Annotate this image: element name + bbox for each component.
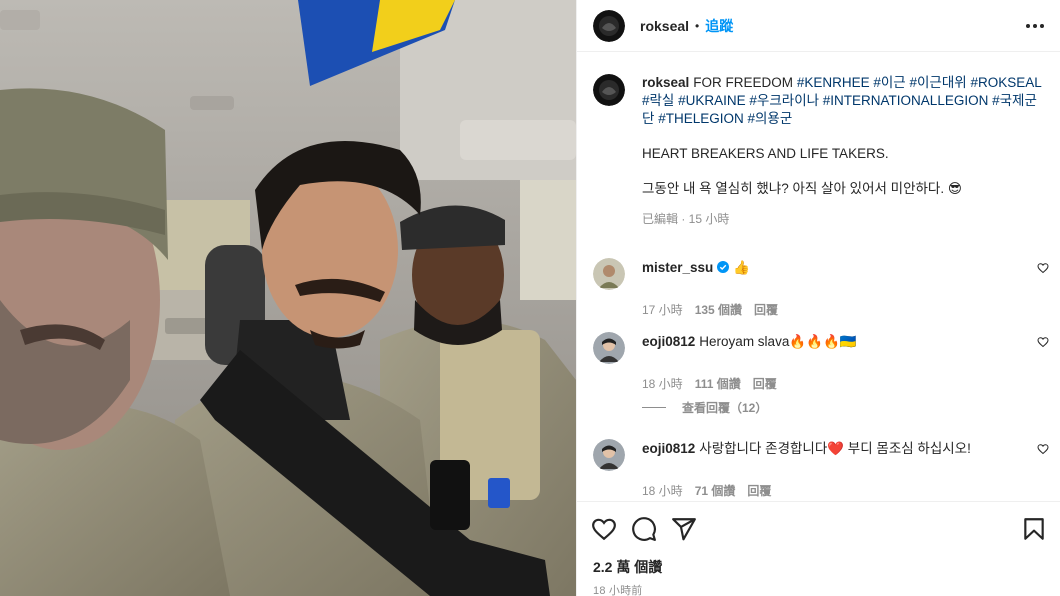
caption-username[interactable]: rokseal (642, 75, 689, 90)
comment-time: 18 小時 (642, 377, 683, 391)
comment-text: eoji0812 Heroyam slava🔥🔥🔥🇺🇦 (642, 333, 857, 351)
comment-meta: 18 小時 71 個讚 回覆 (642, 482, 1053, 499)
comment: eoji0812 사랑합니다 존경합니다❤️ 부디 몸조심 하십시오! 18 小時… (593, 439, 1053, 499)
commenter-username[interactable]: eoji0812 (642, 441, 695, 456)
commenter-avatar[interactable] (593, 332, 625, 364)
share-icon[interactable] (671, 516, 697, 542)
comment: eoji0812 Heroyam slava🔥🔥🔥🇺🇦 18 小時 111 個讚 … (593, 332, 1053, 392)
comment-time: 18 小時 (642, 484, 683, 498)
post-photo[interactable] (0, 0, 576, 596)
follow-button[interactable]: 追蹤 (705, 16, 733, 36)
comment-body: 사랑합니다 존경합니다❤️ 부디 몸조심 하십시오! (699, 441, 971, 456)
like-comment-heart-icon[interactable] (1037, 443, 1049, 455)
comment-likes[interactable]: 135 個讚 (695, 301, 742, 318)
caption-line1: FOR FREEDOM (693, 75, 794, 90)
view-replies-label: 查看回覆（12） (682, 401, 768, 415)
likes-count[interactable]: 2.2 萬 個讚 (593, 557, 662, 577)
view-replies-button[interactable]: 查看回覆（12） (642, 399, 767, 416)
comment-body: 👍 (733, 260, 751, 275)
hashtag[interactable]: #UKRAINE (678, 93, 746, 108)
hashtag[interactable]: #락실 (642, 93, 674, 108)
caption-paragraph: 그동안 내 욕 열심히 했냐? 아직 살아 있어서 미안하다. 😎 (642, 181, 962, 196)
comment-text: eoji0812 사랑합니다 존경합니다❤️ 부디 몸조심 하십시오! (642, 440, 971, 458)
comment-meta: 18 小時 111 個讚 回覆 (642, 375, 1053, 392)
verified-badge-icon (717, 261, 730, 273)
commenter-username[interactable]: mister_ssu (642, 260, 713, 275)
reply-button[interactable]: 回覆 (747, 482, 771, 499)
like-comment-heart-icon[interactable] (1037, 262, 1049, 274)
commenter-username[interactable]: eoji0812 (642, 334, 695, 349)
commenter-avatar[interactable] (593, 439, 625, 471)
author-username[interactable]: rokseal (640, 18, 689, 34)
commenter-avatar[interactable] (593, 258, 625, 290)
hashtag[interactable]: #ROKSEAL (970, 75, 1041, 90)
like-comment-heart-icon[interactable] (1037, 336, 1049, 348)
hashtag[interactable]: #THELEGION (658, 111, 744, 126)
reply-button[interactable]: 回覆 (754, 301, 778, 318)
instagram-post: rokseal • 追蹤 rokseal FOR FREEDOM #KENRHEE… (0, 0, 1060, 596)
selfie-photo (0, 0, 576, 596)
caption-meta: 已編輯 · 15 小時 (642, 212, 730, 226)
comment-body: Heroyam slava🔥🔥🔥🇺🇦 (699, 334, 857, 349)
caption-text: rokseal FOR FREEDOM #KENRHEE #이근 #이근대위 #R… (642, 74, 1042, 198)
caption-author-avatar[interactable] (593, 74, 625, 106)
heart-icon[interactable] (591, 516, 617, 542)
reply-button[interactable]: 回覆 (753, 375, 777, 392)
action-bar (577, 501, 1060, 553)
comment-text: mister_ssu 👍 (642, 259, 750, 277)
caption: rokseal FOR FREEDOM #KENRHEE #이근 #이근대위 #R… (593, 74, 1053, 227)
hashtag[interactable]: #이근대위 (909, 75, 966, 90)
hashtag[interactable]: #INTERNATIONALLEGION (823, 93, 989, 108)
comment-likes[interactable]: 71 個讚 (695, 482, 736, 499)
comment-likes[interactable]: 111 個讚 (695, 375, 741, 392)
comment-time: 17 小時 (642, 303, 683, 317)
view-replies-divider (642, 407, 666, 408)
header-separator: • (695, 18, 700, 33)
hashtag[interactable]: #KENRHEE (797, 75, 870, 90)
bookmark-icon[interactable] (1021, 516, 1047, 542)
post-side-panel: rokseal • 追蹤 rokseal FOR FREEDOM #KENRHEE… (576, 0, 1060, 596)
post-header: rokseal • 追蹤 (577, 0, 1060, 52)
caption-paragraph: HEART BREAKERS AND LIFE TAKERS. (642, 146, 889, 161)
comment-meta: 17 小時 135 個讚 回覆 (642, 301, 1053, 318)
hashtag[interactable]: #이근 (873, 75, 905, 90)
comment-icon[interactable] (631, 516, 657, 542)
hashtag[interactable]: #의용군 (747, 111, 792, 126)
author-avatar[interactable] (593, 9, 625, 42)
comment: mister_ssu 👍 17 小時 135 個讚 回覆 (593, 258, 1053, 318)
more-options-icon[interactable] (1023, 14, 1047, 38)
post-timestamp: 18 小時前 (593, 585, 643, 596)
hashtag[interactable]: #우크라이나 (749, 93, 819, 108)
